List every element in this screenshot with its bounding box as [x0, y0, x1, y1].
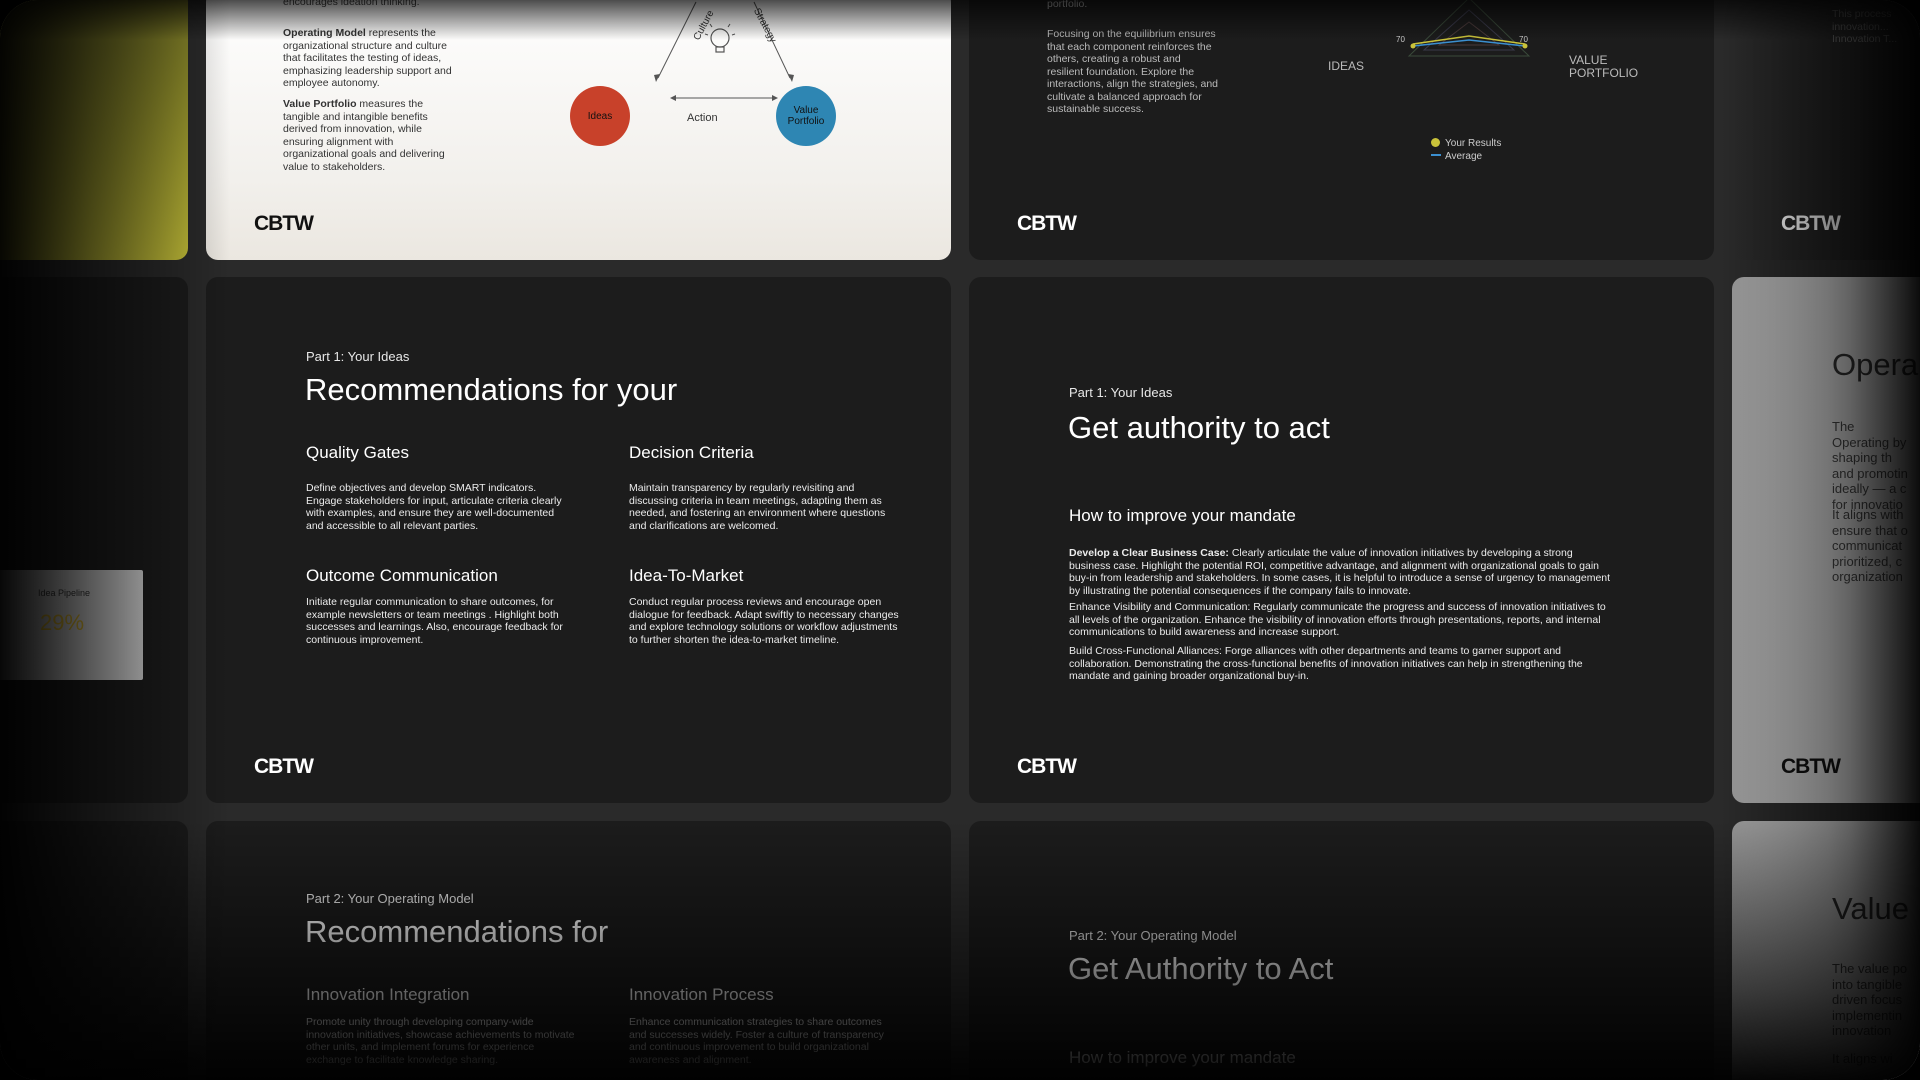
radar-axis-value: VALUE [1569, 53, 1608, 67]
value-text: The value po into tangible driven focus … [1832, 961, 1908, 1038]
value-portfolio-description: Value Portfolio measures the tangible an… [283, 98, 445, 173]
slide-thumbnail-top-right[interactable]: This process innovation... Innovation T.… [1732, 0, 1920, 260]
slide-title: Recommendations for your [305, 372, 678, 407]
slide-balance-radar[interactable]: portfolio. Focusing on the equilibrium e… [969, 0, 1714, 260]
idea-to-market-heading: Idea-To-Market [629, 566, 744, 585]
slide-title: Value [1832, 891, 1909, 926]
outcome-communication-heading: Outcome Communication [306, 566, 498, 585]
slide-authority-operating[interactable]: Part 2: Your Operating Model Get Authori… [969, 821, 1714, 1080]
operating-model-description: Operating Model represents the organizat… [283, 27, 452, 89]
legend-line-icon [1431, 154, 1441, 156]
innovation-integration-text: Promote unity through developing company… [306, 1016, 575, 1066]
outcome-communication-text: Initiate regular communication to share … [306, 596, 563, 646]
slide-eyebrow: Part 1: Your Ideas [1069, 385, 1173, 400]
action-label: Action [687, 112, 718, 124]
slide-title: Get Authority to Act [1068, 951, 1334, 986]
radar-tick-left: 70 [1396, 35, 1405, 44]
slide-title: Recommendations for [305, 914, 609, 949]
slide-eyebrow: Part 2: Your Operating Model [1069, 928, 1237, 943]
slide-thumbnail-bottom-left[interactable] [0, 821, 188, 1080]
innovation-process-heading: Innovation Process [629, 985, 774, 1004]
slide-recommendations-ideas[interactable]: Part 1: Your Ideas Recommendations for y… [206, 277, 951, 803]
brand-logo: CBTW [1017, 212, 1077, 235]
slide-thumbnail-mid-right[interactable]: Opera The Operating by shaping th and pr… [1732, 277, 1920, 803]
visibility-paragraph: Enhance Visibility and Communication: Re… [1069, 601, 1606, 638]
slide-recommendations-operating[interactable]: Part 2: Your Operating Model Recommendat… [206, 821, 951, 1080]
slide-eyebrow: Part 2: Your Operating Model [306, 891, 474, 906]
alliances-paragraph: Build Cross-Functional Alliances: Forge … [1069, 645, 1583, 682]
idea-pipeline-value: 29% [40, 610, 85, 635]
brand-logo: CBTW [1781, 212, 1841, 235]
idea-pipeline-card: Idea Pipeline 29% [0, 570, 143, 680]
innovation-process-text: Enhance communication strategies to shar… [629, 1016, 884, 1066]
lightbulb-icon [704, 23, 736, 53]
slide-thumbnail-mid-left[interactable]: Idea Pipeline 29% [0, 277, 188, 803]
slide-title: Get authority to act [1068, 410, 1330, 445]
slide-thumbnail-bottom-right[interactable]: Value The value po into tangible driven … [1732, 821, 1920, 1080]
partial-top-text: portfolio. [1047, 0, 1088, 10]
process-text: This process innovation... Innovation T.… [1832, 8, 1898, 45]
brand-logo: CBTW [1017, 755, 1077, 778]
balance-description: Focusing on the equilibrium ensures that… [1047, 28, 1219, 115]
idea-to-market-text: Conduct regular process reviews and enco… [629, 596, 899, 646]
value-text-2: It aligns wi [1832, 1051, 1893, 1066]
operating-text: The Operating by shaping th and promotin… [1832, 419, 1908, 512]
radar-axis-portfolio: PORTFOLIO [1569, 66, 1639, 80]
ideas-node: Ideas [570, 86, 630, 146]
slide-eyebrow: Part 1: Your Ideas [306, 349, 410, 364]
presentation-gallery: Idea Pipeline 29% encourages ideation th… [0, 0, 1920, 1080]
decision-criteria-text: Maintain transparency by regularly revis… [629, 482, 886, 532]
decision-criteria-heading: Decision Criteria [629, 443, 754, 462]
legend-average: Average [1431, 151, 1482, 162]
operating-text-2: It aligns with ensure that o communicat … [1832, 507, 1908, 584]
legend-results: Your Results [1431, 138, 1501, 149]
brand-logo: CBTW [254, 212, 314, 235]
mandate-subhead: How to improve your mandate [1069, 506, 1296, 525]
slide-title: Opera [1832, 347, 1919, 382]
quality-gates-heading: Quality Gates [306, 443, 409, 462]
value-portfolio-node: Value Portfolio [776, 86, 836, 146]
partial-top-text: encourages ideation thinking. [283, 0, 420, 8]
slide-thumbnail-top-left[interactable] [0, 0, 188, 260]
slide-innovation-model[interactable]: encourages ideation thinking. Operating … [206, 0, 951, 260]
radar-axis-ideas: IDEAS [1328, 59, 1365, 73]
brand-logo: CBTW [1781, 755, 1841, 778]
radar-tick-right: 70 [1519, 35, 1528, 44]
idea-pipeline-label: Idea Pipeline [38, 588, 91, 598]
legend-dot-icon [1431, 138, 1440, 147]
business-case-paragraph: Develop a Clear Business Case: Clearly a… [1069, 547, 1611, 597]
innovation-integration-heading: Innovation Integration [306, 985, 470, 1004]
slide-authority-to-act[interactable]: Part 1: Your Ideas Get authority to act … [969, 277, 1714, 803]
quality-gates-text: Define objectives and develop SMART indi… [306, 482, 562, 532]
brand-logo: CBTW [254, 755, 314, 778]
mandate-subhead: How to improve your mandate [1069, 1048, 1296, 1067]
